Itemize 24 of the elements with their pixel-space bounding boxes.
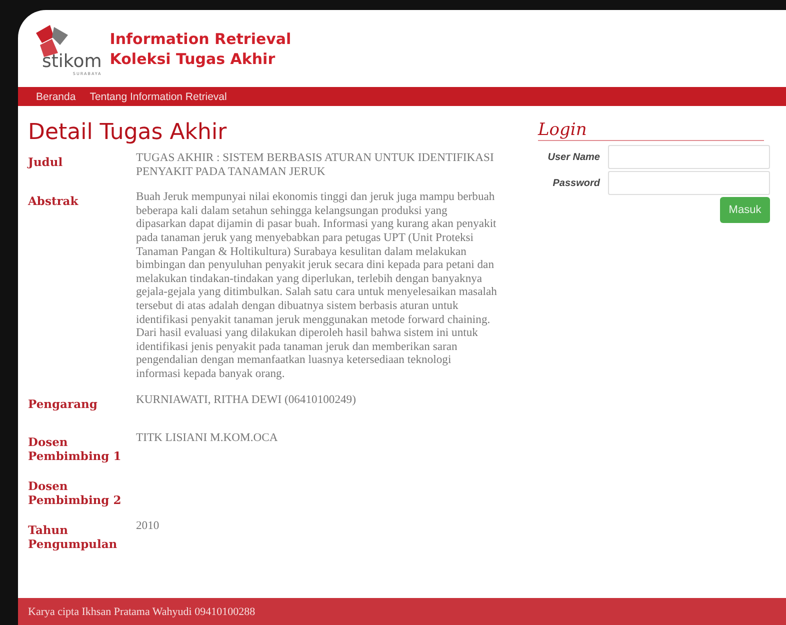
field-value: TUGAS AKHIR : SISTEM BERBASIS ATURAN UNTUK IDENTIFIKASI PENYAKIT PADA TANAMAN JERUK <box>136 151 495 178</box>
page-heading: Detail Tugas Akhir <box>28 120 228 145</box>
field-label: Abstrak <box>28 193 80 210</box>
site-title: Information Retrieval <box>110 29 292 49</box>
site-subtitle: Koleksi Tugas Akhir <box>110 49 276 69</box>
nav-link[interactable]: Beranda <box>36 90 76 102</box>
field-value: Buah Jeruk mempunyai nilai ekonomis tinggi dan jeruk juga mampu berbuah beberapa kali dalam setahun sehingga kelangsungan produksi yang dipasarkan dapat dijamin di pasar buah. Informasi yang kurang akan penyakit pada tanaman jeruk yang menyebabkan para petugas UPT (Unit Proteksi Tanaman Pangan & Holtikultura) Surabaya kesulitan dalam melakukan bimbingan dan penyuluhan penyakit jeruk secara dini kepada para petani dan melakukan tindakan-tindakan yang diperlukan, terlebih dengan banyaknya gejala-gejala yang ditimbulkan. Salah satu cara untuk menyelesaikan masalah tersebut di atas adalah dengan dibuatnya sistem berbasis aturan untuk identifikasi penyakit tanaman jeruk menggunakan metode forward chaining. Dari hasil evaluasi yang dilakukan diperoleh hasil bahwa sistem ini untuk identifikasi jenis penyakit pada tanaman jeruk dan memberikan saran pengendalian dengan memanfaatkan luasnya ketersediaan teknologi informasi kepada banyak orang. <box>136 190 498 380</box>
field-value: TITK LISIANI M.KOM.OCA <box>136 430 279 446</box>
field-label: Judul <box>28 154 64 171</box>
field-value: KURNIAWATI, RITHA DEWI (06410100249) <box>136 392 357 408</box>
login-button[interactable]: Masuk <box>720 197 770 223</box>
nav-link[interactable]: Tentang Information Retrieval <box>90 90 227 102</box>
field-label: Dosen Pembimbing 2 <box>28 478 122 506</box>
field-label: Password <box>552 178 600 188</box>
field-label: Dosen Pembimbing 1 <box>28 434 122 462</box>
login-heading: Login <box>538 120 764 141</box>
password-field[interactable] <box>608 171 770 195</box>
field-label: Tahun Pengumpulan <box>28 522 118 550</box>
field-value: 2010 <box>136 518 160 534</box>
username-field[interactable] <box>608 145 770 169</box>
field-label: Pengarang <box>28 396 98 412</box>
footer-text: Karya cipta Ikhsan Pratama Wahyudi 09410100288 <box>28 606 256 618</box>
field-label: User Name <box>546 152 600 162</box>
logo-word: stikom <box>42 52 102 70</box>
